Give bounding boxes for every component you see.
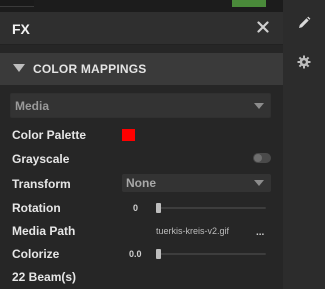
colorize-value: 0.0 [129, 249, 142, 259]
colorize-slider-handle[interactable] [156, 249, 161, 259]
fx-header: FX [0, 12, 283, 45]
browse-media-button[interactable]: ... [256, 227, 264, 238]
color-mappings-section-header[interactable]: COLOR MAPPINGS [0, 53, 283, 85]
transform-select-value: None [126, 176, 156, 190]
rotation-slider-handle[interactable] [156, 203, 161, 213]
close-button[interactable] [254, 18, 272, 36]
color-palette-swatch[interactable] [122, 129, 135, 141]
settings-button[interactable] [295, 53, 313, 71]
top-strip [0, 0, 283, 12]
rotation-slider-track[interactable] [156, 207, 266, 209]
chevron-down-icon [254, 103, 264, 109]
transform-label: Transform [12, 177, 71, 191]
beam-count: 22 Beam(s) [12, 270, 77, 284]
media-path-label: Media Path [12, 224, 76, 238]
right-toolbar [283, 0, 325, 289]
panel-title: FX [12, 21, 30, 37]
rotation-value: 0 [133, 203, 139, 213]
colorize-label: Colorize [12, 247, 60, 261]
color-palette-label: Color Palette [12, 128, 87, 142]
fx-panel: FX COLOR MAPPINGS Media Color Palette Gr… [0, 0, 283, 289]
grayscale-label: Grayscale [12, 152, 70, 166]
close-icon [257, 21, 269, 33]
grayscale-toggle[interactable] [253, 153, 271, 163]
section-title: COLOR MAPPINGS [33, 62, 147, 76]
collapse-caret-icon [13, 64, 25, 72]
color-mappings-content: Media Color Palette Grayscale Transform … [0, 85, 283, 289]
top-strip-thumbnail[interactable] [0, 0, 34, 7]
edit-button[interactable] [295, 14, 313, 32]
media-path-value: tuerkis-kreis-v2.gif [156, 226, 230, 236]
transform-select[interactable]: None [122, 174, 271, 192]
media-type-select[interactable]: Media [10, 93, 271, 118]
colorize-slider-track[interactable] [156, 253, 266, 255]
toggle-knob [254, 154, 262, 162]
fx-window: FX COLOR MAPPINGS Media Color Palette Gr… [0, 0, 325, 289]
media-type-select-value: Media [15, 99, 50, 113]
chevron-down-icon [254, 180, 264, 186]
gear-icon [297, 55, 311, 69]
rotation-label: Rotation [12, 201, 61, 215]
top-strip-active-thumbnail[interactable] [232, 0, 266, 7]
pencil-icon [299, 16, 311, 28]
